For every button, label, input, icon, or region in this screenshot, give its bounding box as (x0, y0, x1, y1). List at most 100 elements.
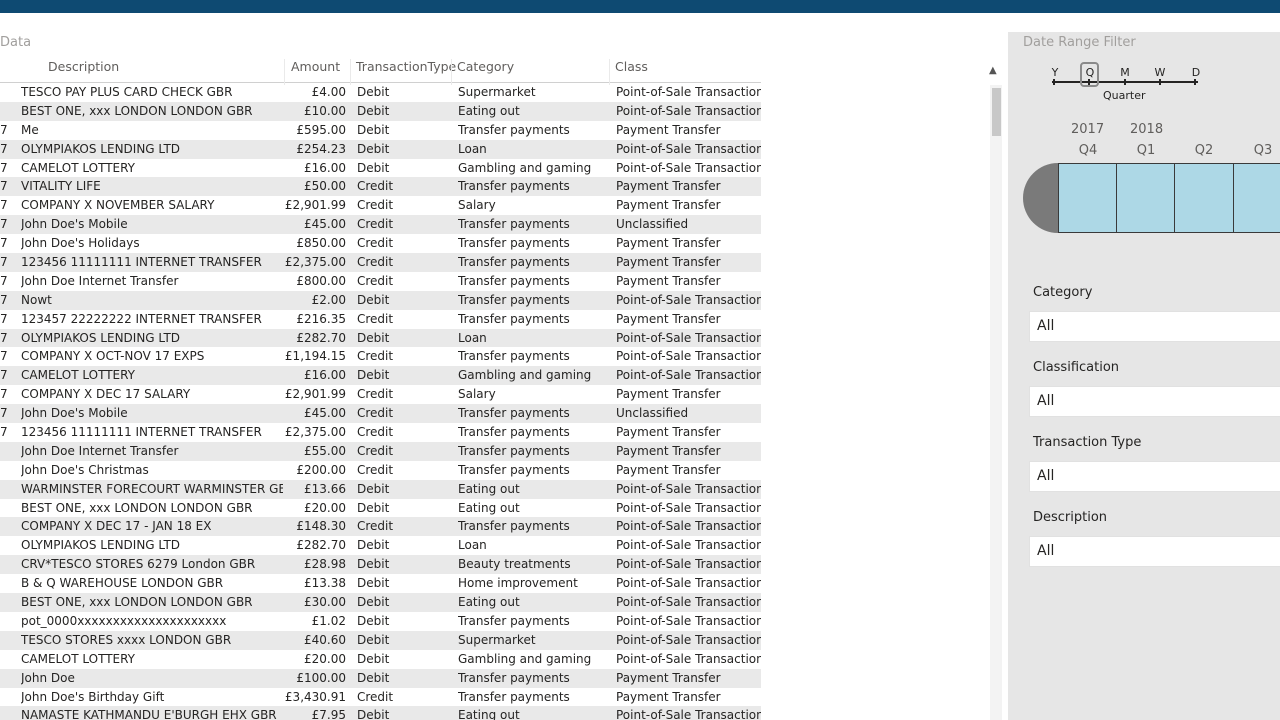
table-row[interactable]: B & Q WAREHOUSE LONDON GBR £13.38 Debit Hom… (0, 574, 761, 593)
row-amount-cell: £595.00 (296, 122, 346, 137)
row-class-cell: Point-of-Sale Transaction (616, 330, 761, 345)
granularity-week[interactable]: W (1152, 66, 1168, 79)
column-divider[interactable] (350, 59, 351, 85)
table-row[interactable]: 7 John Doe's Holidays £850.00 Credit Transfe… (0, 234, 761, 253)
row-class-cell: Point-of-Sale Transaction (616, 557, 761, 572)
header-amount[interactable]: Amount (291, 59, 340, 74)
scrollbar-track[interactable] (990, 85, 1002, 720)
granularity-month[interactable]: M (1117, 66, 1133, 79)
row-date-cell: 7 (0, 198, 8, 213)
quarter-cell[interactable] (1058, 163, 1117, 233)
table-row[interactable]: 7 Nowt £2.00 Debit Transfer payments Point-of… (0, 290, 761, 310)
row-type-cell: Debit (357, 651, 390, 666)
column-divider[interactable] (451, 59, 452, 85)
table-row[interactable]: 7 John Doe's Mobile £45.00 Credit Transfer p… (0, 215, 761, 235)
granularity-day[interactable]: D (1188, 66, 1204, 79)
table-row[interactable]: TESCO STORES xxxx LONDON GBR £40.60 Debit S… (0, 630, 761, 650)
table-row[interactable]: 7 123457 22222222 INTERNET TRANSFER £216.3… (0, 310, 761, 329)
header-class[interactable]: Class (615, 59, 648, 74)
quarter-cell[interactable] (1116, 163, 1175, 233)
description-slicer-dropdown[interactable]: All (1029, 536, 1280, 567)
row-description-cell: OLYMPIAKOS LENDING LTD (21, 330, 181, 345)
row-category-cell: Transfer payments (458, 443, 570, 458)
table-row[interactable]: 7 COMPANY X OCT-NOV 17 EXPS £1,194.15 Credi… (0, 347, 761, 366)
table-row[interactable]: 7 CAMELOT LOTTERY £16.00 Debit Gambling and … (0, 159, 761, 178)
row-category-cell: Eating out (458, 481, 520, 496)
quarter-cell[interactable] (1174, 163, 1234, 233)
row-class-cell: Point-of-Sale Transaction (616, 292, 761, 307)
category-slicer-label: Category (1033, 285, 1093, 300)
row-type-cell: Debit (357, 613, 390, 628)
table-row[interactable]: 7 VITALITY LIFE £50.00 Credit Transfer payme… (0, 177, 761, 197)
row-category-cell: Transfer payments (458, 179, 570, 194)
row-class-cell: Point-of-Sale Transaction (616, 708, 761, 720)
table-row[interactable]: 7 123456 11111111 INTERNET TRANSFER £2,375… (0, 423, 761, 442)
row-category-cell: Transfer payments (458, 670, 570, 685)
table-row[interactable]: CAMELOT LOTTERY £20.00 Debit Gambling and g… (0, 650, 761, 669)
category-slicer-dropdown[interactable]: All (1029, 311, 1280, 342)
transaction-type-slicer-label: Transaction Type (1033, 435, 1142, 450)
transaction-type-slicer-dropdown[interactable]: All (1029, 461, 1280, 492)
table-row[interactable]: 7 CAMELOT LOTTERY £16.00 Debit Gambling and … (0, 366, 761, 386)
table-row[interactable]: John Doe £100.00 Debit Transfer payments Pay… (0, 668, 761, 688)
table-row[interactable]: 7 OLYMPIAKOS LENDING LTD £282.70 Debit Loan P… (0, 328, 761, 348)
row-category-cell: Transfer payments (458, 122, 570, 137)
table-row[interactable]: OLYMPIAKOS LENDING LTD £282.70 Debit Loan Po… (0, 536, 761, 555)
row-date-cell: 7 (0, 387, 8, 402)
column-divider[interactable] (609, 59, 610, 85)
row-category-cell: Gambling and gaming (458, 368, 592, 383)
scroll-up-arrow-icon[interactable]: ▲ (989, 65, 997, 76)
table-row[interactable]: COMPANY X DEC 17 - JAN 18 EX £148.30 Credi… (0, 517, 761, 537)
row-category-cell: Transfer payments (458, 519, 570, 534)
header-transaction-type[interactable]: TransactionType (356, 59, 456, 74)
row-amount-cell: £282.70 (296, 330, 346, 345)
table-row[interactable]: John Doe's Birthday Gift £3,430.91 Credit T… (0, 688, 761, 707)
granularity-selection (1080, 62, 1099, 87)
row-category-cell: Transfer payments (458, 425, 570, 440)
row-category-cell: Transfer payments (458, 273, 570, 288)
table-row[interactable]: 7 John Doe's Mobile £45.00 Credit Transfer p… (0, 404, 761, 424)
row-description-cell: Nowt (21, 292, 52, 307)
table-row[interactable]: CRV*TESCO STORES 6279 London GBR £28.98 De… (0, 555, 761, 575)
table-row[interactable]: BEST ONE, xxx LONDON LONDON GBR £30.00 Deb… (0, 593, 761, 612)
table-row[interactable]: 7 123456 11111111 INTERNET TRANSFER £2,375… (0, 253, 761, 272)
row-date-cell: 7 (0, 368, 8, 383)
row-type-cell: Credit (357, 443, 394, 458)
column-divider[interactable] (284, 59, 285, 85)
table-row[interactable]: pot_0000xxxxxxxxxxxxxxxxxxxxx £1.02 Debit T… (0, 612, 761, 631)
row-amount-cell: £4.00 (311, 85, 346, 99)
table-row[interactable]: WARMINSTER FORECOURT WARMINSTER GBR £13.6… (0, 479, 761, 499)
row-date-cell: 7 (0, 122, 8, 137)
row-type-cell: Credit (357, 179, 394, 194)
row-description-cell: TESCO PAY PLUS CARD CHECK GBR (21, 85, 233, 99)
row-type-cell: Credit (357, 519, 394, 534)
table-row[interactable]: John Doe's Christmas £200.00 Credit Transfe… (0, 461, 761, 480)
row-type-cell: Debit (357, 330, 390, 345)
classification-slicer-dropdown[interactable]: All (1029, 386, 1280, 417)
row-amount-cell: £800.00 (296, 273, 346, 288)
table-row[interactable]: 7 COMPANY X NOVEMBER SALARY £2,901.99 Credi… (0, 196, 761, 215)
table-row[interactable]: John Doe Internet Transfer £55.00 Credit Tr… (0, 441, 761, 461)
year-label: 2018 (1130, 122, 1164, 137)
table-row[interactable]: NAMASTE KATHMANDU E'BURGH EHX GBR £7.95 De… (0, 706, 761, 720)
row-amount-cell: £2,375.00 (284, 425, 346, 440)
quarter-cell[interactable] (1233, 163, 1280, 233)
table-row[interactable]: 7 COMPANY X DEC 17 SALARY £2,901.99 Credit S… (0, 385, 761, 404)
row-amount-cell: £2,901.99 (284, 198, 346, 213)
row-amount-cell: £148.30 (296, 519, 346, 534)
header-description[interactable]: Description (48, 59, 119, 74)
table-row[interactable]: 7 Me £595.00 Debit Transfer payments Payment … (0, 121, 761, 140)
table-row[interactable]: 7 John Doe Internet Transfer £800.00 Credit… (0, 272, 761, 291)
row-class-cell: Point-of-Sale Transaction (616, 85, 761, 99)
row-description-cell: COMPANY X OCT-NOV 17 EXPS (21, 349, 205, 364)
granularity-year[interactable]: Y (1047, 66, 1063, 79)
header-category[interactable]: Category (457, 59, 514, 74)
scrollbar-thumb[interactable] (992, 88, 1001, 136)
table-row[interactable]: TESCO PAY PLUS CARD CHECK GBR £4.00 Debit S… (0, 83, 761, 102)
row-class-cell: Point-of-Sale Transaction (616, 368, 761, 383)
table-row[interactable]: 7 OLYMPIAKOS LENDING LTD £254.23 Debit Loan P… (0, 139, 761, 159)
row-amount-cell: £2.00 (311, 292, 346, 307)
row-description-cell: VITALITY LIFE (21, 179, 101, 194)
table-row[interactable]: BEST ONE, xxx LONDON LONDON GBR £20.00 Deb… (0, 499, 761, 518)
table-row[interactable]: BEST ONE, xxx LONDON LONDON GBR £10.00 Deb… (0, 101, 761, 121)
